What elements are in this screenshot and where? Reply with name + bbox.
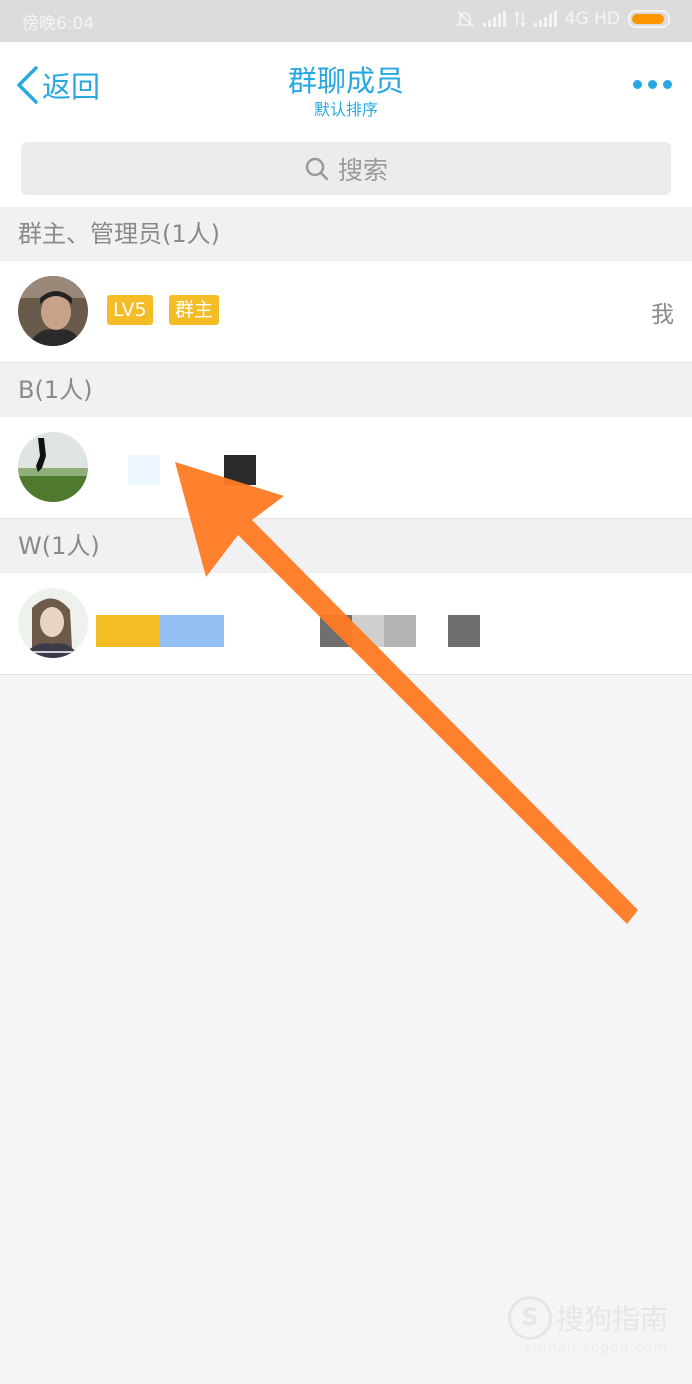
level-badge: LV5 (107, 295, 153, 325)
signal-icon-2 (533, 11, 557, 27)
section-header-b: B(1人) (0, 363, 692, 417)
member-row[interactable] (0, 573, 692, 675)
section-header-w: W(1人) (0, 519, 692, 573)
more-options-button[interactable] (633, 80, 672, 89)
data-transfer-icon (514, 10, 526, 28)
member-row[interactable] (0, 417, 692, 519)
status-bar: 傍晚6:04 4G HD (0, 0, 692, 42)
redacted-name-block (352, 615, 384, 647)
avatar (18, 432, 88, 502)
mute-bell-icon (455, 10, 474, 28)
signal-icon (482, 11, 506, 27)
section-header-admins: 群主、管理员(1人) (0, 207, 692, 261)
owner-badge: 群主 (169, 295, 220, 325)
redacted-name-block (384, 615, 416, 647)
battery-icon (628, 10, 670, 28)
avatar (18, 588, 88, 658)
sogou-logo-icon: S (507, 1296, 552, 1340)
redacted-badge-block (160, 615, 224, 647)
watermark-logo: S 搜狗指南 (507, 1296, 668, 1340)
sort-order-label[interactable]: 默认排序 (0, 96, 692, 120)
page-title: 群聊成员 (287, 64, 404, 98)
redacted-badge-block (96, 615, 160, 647)
status-icons: 4G HD (455, 9, 670, 29)
redacted-name-block (448, 615, 480, 647)
redacted-name-block (128, 455, 160, 485)
search-section: 搜索 (0, 130, 692, 207)
avatar (18, 276, 88, 346)
redacted-name-block (224, 455, 256, 485)
status-time: 傍晚6:04 (22, 14, 95, 34)
search-icon (305, 157, 329, 180)
more-dot-icon (633, 80, 642, 89)
more-dot-icon (663, 80, 672, 89)
more-dot-icon (648, 80, 657, 89)
redacted-name-block (320, 615, 352, 647)
nav-bar: 返回 群聊成员 默认排序 (0, 42, 692, 130)
search-placeholder: 搜索 (337, 155, 388, 185)
watermark-url: zhinan.sogou.com (524, 1340, 668, 1356)
network-type: 4G HD (564, 9, 620, 29)
member-row[interactable]: LV5 群主 我 (0, 261, 692, 363)
self-label: 我 (651, 302, 674, 328)
search-input[interactable]: 搜索 (21, 142, 671, 195)
watermark-text: 搜狗指南 (555, 1303, 668, 1336)
